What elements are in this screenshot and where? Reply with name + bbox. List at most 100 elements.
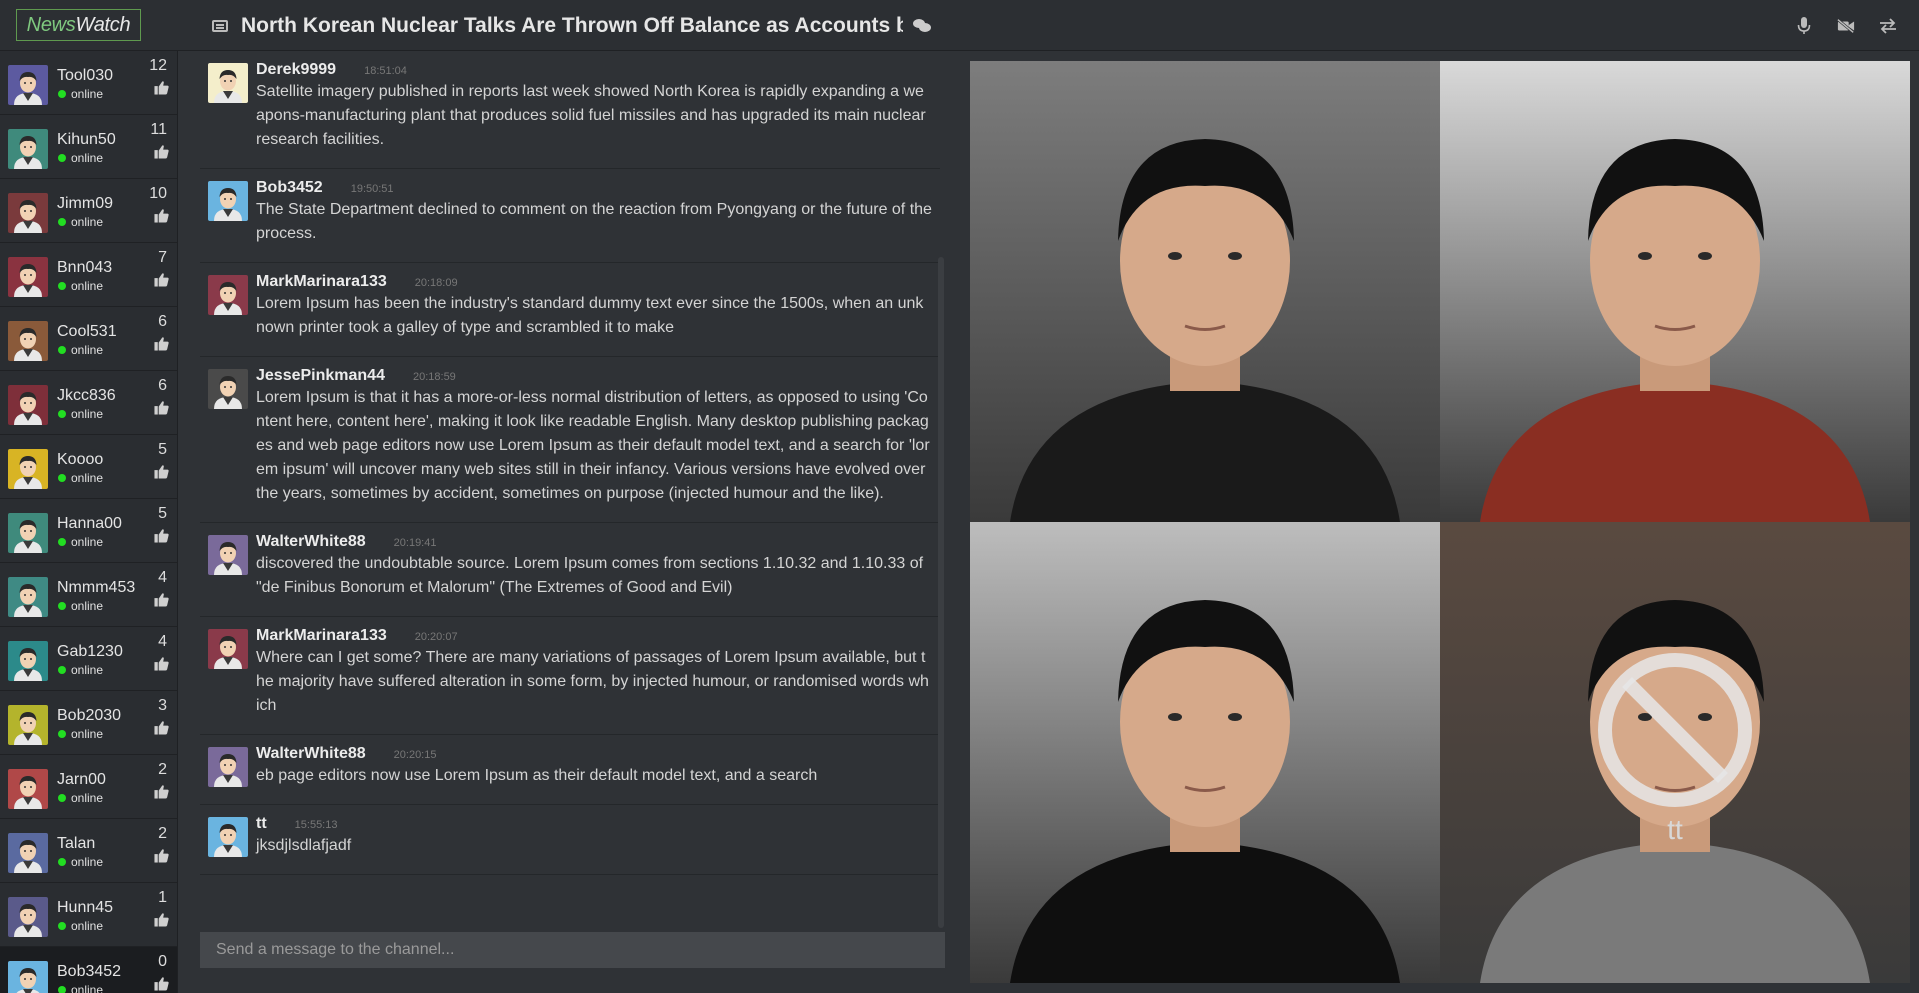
- avatar: [8, 961, 48, 993]
- status-text: online: [58, 279, 103, 293]
- user-list-item[interactable]: Bob3452 online 0: [0, 947, 177, 993]
- thumbs-up-icon[interactable]: [154, 272, 169, 292]
- thumbs-up-icon[interactable]: [154, 208, 169, 228]
- video-tile[interactable]: [970, 61, 1440, 522]
- user-list-item[interactable]: Nmmm453 online 4: [0, 563, 177, 627]
- like-count: 5: [158, 505, 167, 522]
- message-author[interactable]: MarkMarinara133: [256, 627, 387, 645]
- status-label: online: [71, 855, 104, 869]
- video-tile[interactable]: [970, 522, 1440, 983]
- online-dot-icon: [58, 986, 66, 993]
- video-tile[interactable]: [1440, 61, 1910, 522]
- avatar: [8, 833, 48, 873]
- camera-off-button[interactable]: [1837, 17, 1855, 35]
- message-timestamp: 20:18:09: [414, 277, 458, 289]
- user-list-item[interactable]: Koooo online 5: [0, 435, 177, 499]
- username: Tool030: [57, 67, 114, 84]
- like-count: 0: [158, 953, 167, 970]
- username: Jkcc836: [57, 387, 116, 404]
- message-text: Lorem Ipsum is that it has a more-or-les…: [256, 389, 930, 502]
- video-tile[interactable]: tt: [1440, 522, 1910, 983]
- thumbs-up-icon[interactable]: [154, 144, 169, 164]
- message-author[interactable]: MarkMarinara133: [256, 273, 387, 291]
- logo-text-watch: Watch: [75, 14, 131, 36]
- status-label: online: [71, 279, 104, 293]
- status-label: online: [71, 919, 104, 933]
- thumbs-up-icon[interactable]: [154, 528, 169, 548]
- thumbs-up-icon[interactable]: [154, 784, 169, 804]
- thumbs-up-icon[interactable]: [154, 848, 169, 868]
- thumbs-up-icon[interactable]: [154, 912, 169, 932]
- message-author[interactable]: JessePinkman44: [256, 367, 385, 385]
- avatar: [8, 897, 48, 937]
- message-input[interactable]: [200, 932, 945, 968]
- thumbs-up-icon[interactable]: [154, 976, 169, 993]
- comments-icon[interactable]: [913, 18, 931, 33]
- avatar: [208, 275, 248, 315]
- microphone-button[interactable]: [1795, 16, 1813, 35]
- online-dot-icon: [58, 154, 66, 162]
- message-author[interactable]: WalterWhite88: [256, 533, 366, 551]
- status-text: online: [58, 151, 103, 165]
- like-count: 2: [158, 825, 167, 842]
- user-list-item[interactable]: Jarn00 online 2: [0, 755, 177, 819]
- scrollbar[interactable]: [938, 257, 944, 928]
- user-list-item[interactable]: Tool030 online 12: [0, 51, 177, 115]
- switch-button[interactable]: [1879, 17, 1897, 35]
- user-list-item[interactable]: Kihun50 online 11: [0, 115, 177, 179]
- user-list-item[interactable]: Gab1230 online 4: [0, 627, 177, 691]
- status-text: online: [58, 535, 103, 549]
- chat-message: Bob3452 19:50:51 The State Department decl…: [200, 169, 940, 263]
- thumbs-up-icon[interactable]: [154, 464, 169, 484]
- status-text: online: [58, 791, 103, 805]
- thumbs-up-icon[interactable]: [154, 80, 169, 100]
- like-count: 2: [158, 761, 167, 778]
- thumbs-up-icon[interactable]: [154, 656, 169, 676]
- thumbs-up-icon[interactable]: [154, 400, 169, 420]
- online-dot-icon: [58, 410, 66, 418]
- like-count: 5: [158, 441, 167, 458]
- thumbs-up-icon[interactable]: [154, 720, 169, 740]
- avatar: [208, 181, 248, 221]
- chat-message: MarkMarinara133 20:20:07 Where can I get s…: [200, 617, 940, 735]
- online-dot-icon: [58, 922, 66, 930]
- avatar: [208, 369, 248, 409]
- video-feed: [970, 61, 1440, 522]
- online-dot-icon: [58, 794, 66, 802]
- user-list-item[interactable]: Hanna00 online 5: [0, 499, 177, 563]
- thumbs-up-icon[interactable]: [154, 336, 169, 356]
- like-count: 4: [158, 569, 167, 586]
- message-text: discovered the undoubtable source. Lorem…: [256, 555, 924, 596]
- message-author[interactable]: Bob3452: [256, 179, 323, 197]
- message-author[interactable]: WalterWhite88: [256, 745, 366, 763]
- status-text: online: [58, 343, 103, 357]
- user-list-item[interactable]: Talan online 2: [0, 819, 177, 883]
- like-count: 6: [158, 313, 167, 330]
- top-bar: NewsWatch North Korean Nuclear Talks Are…: [0, 0, 1919, 51]
- user-list-item[interactable]: Bob2030 online 3: [0, 691, 177, 755]
- user-list-item[interactable]: Jkcc836 online 6: [0, 371, 177, 435]
- blocked-icon: [1598, 653, 1752, 807]
- user-list-item[interactable]: Cool531 online 6: [0, 307, 177, 371]
- message-author[interactable]: tt: [256, 815, 267, 833]
- chat-message: WalterWhite88 20:20:15 eb page editors now…: [200, 735, 940, 805]
- avatar: [208, 535, 248, 575]
- thumbs-up-icon[interactable]: [154, 592, 169, 612]
- username: Gab1230: [57, 643, 123, 660]
- like-count: 11: [150, 121, 167, 138]
- message-author[interactable]: Derek9999: [256, 61, 336, 79]
- username: Cool531: [57, 323, 117, 340]
- message-list: Derek9999 18:51:04 Satellite imagery publi…: [200, 51, 945, 928]
- user-list-item[interactable]: Hunn45 online 1: [0, 883, 177, 947]
- avatar: [8, 193, 48, 233]
- like-count: 3: [158, 697, 167, 714]
- app-logo[interactable]: NewsWatch: [16, 9, 141, 41]
- user-list-item[interactable]: Bnn043 online 7: [0, 243, 177, 307]
- status-label: online: [71, 87, 104, 101]
- user-list-item[interactable]: Jimm09 online 10: [0, 179, 177, 243]
- message-text: eb page editors now use Lorem Ipsum as t…: [256, 767, 818, 784]
- message-timestamp: 20:20:15: [393, 749, 437, 761]
- avatar: [8, 449, 48, 489]
- chat-message: tt 15:55:13 jksdjlsdlafjadf: [200, 805, 940, 875]
- status-label: online: [71, 471, 104, 485]
